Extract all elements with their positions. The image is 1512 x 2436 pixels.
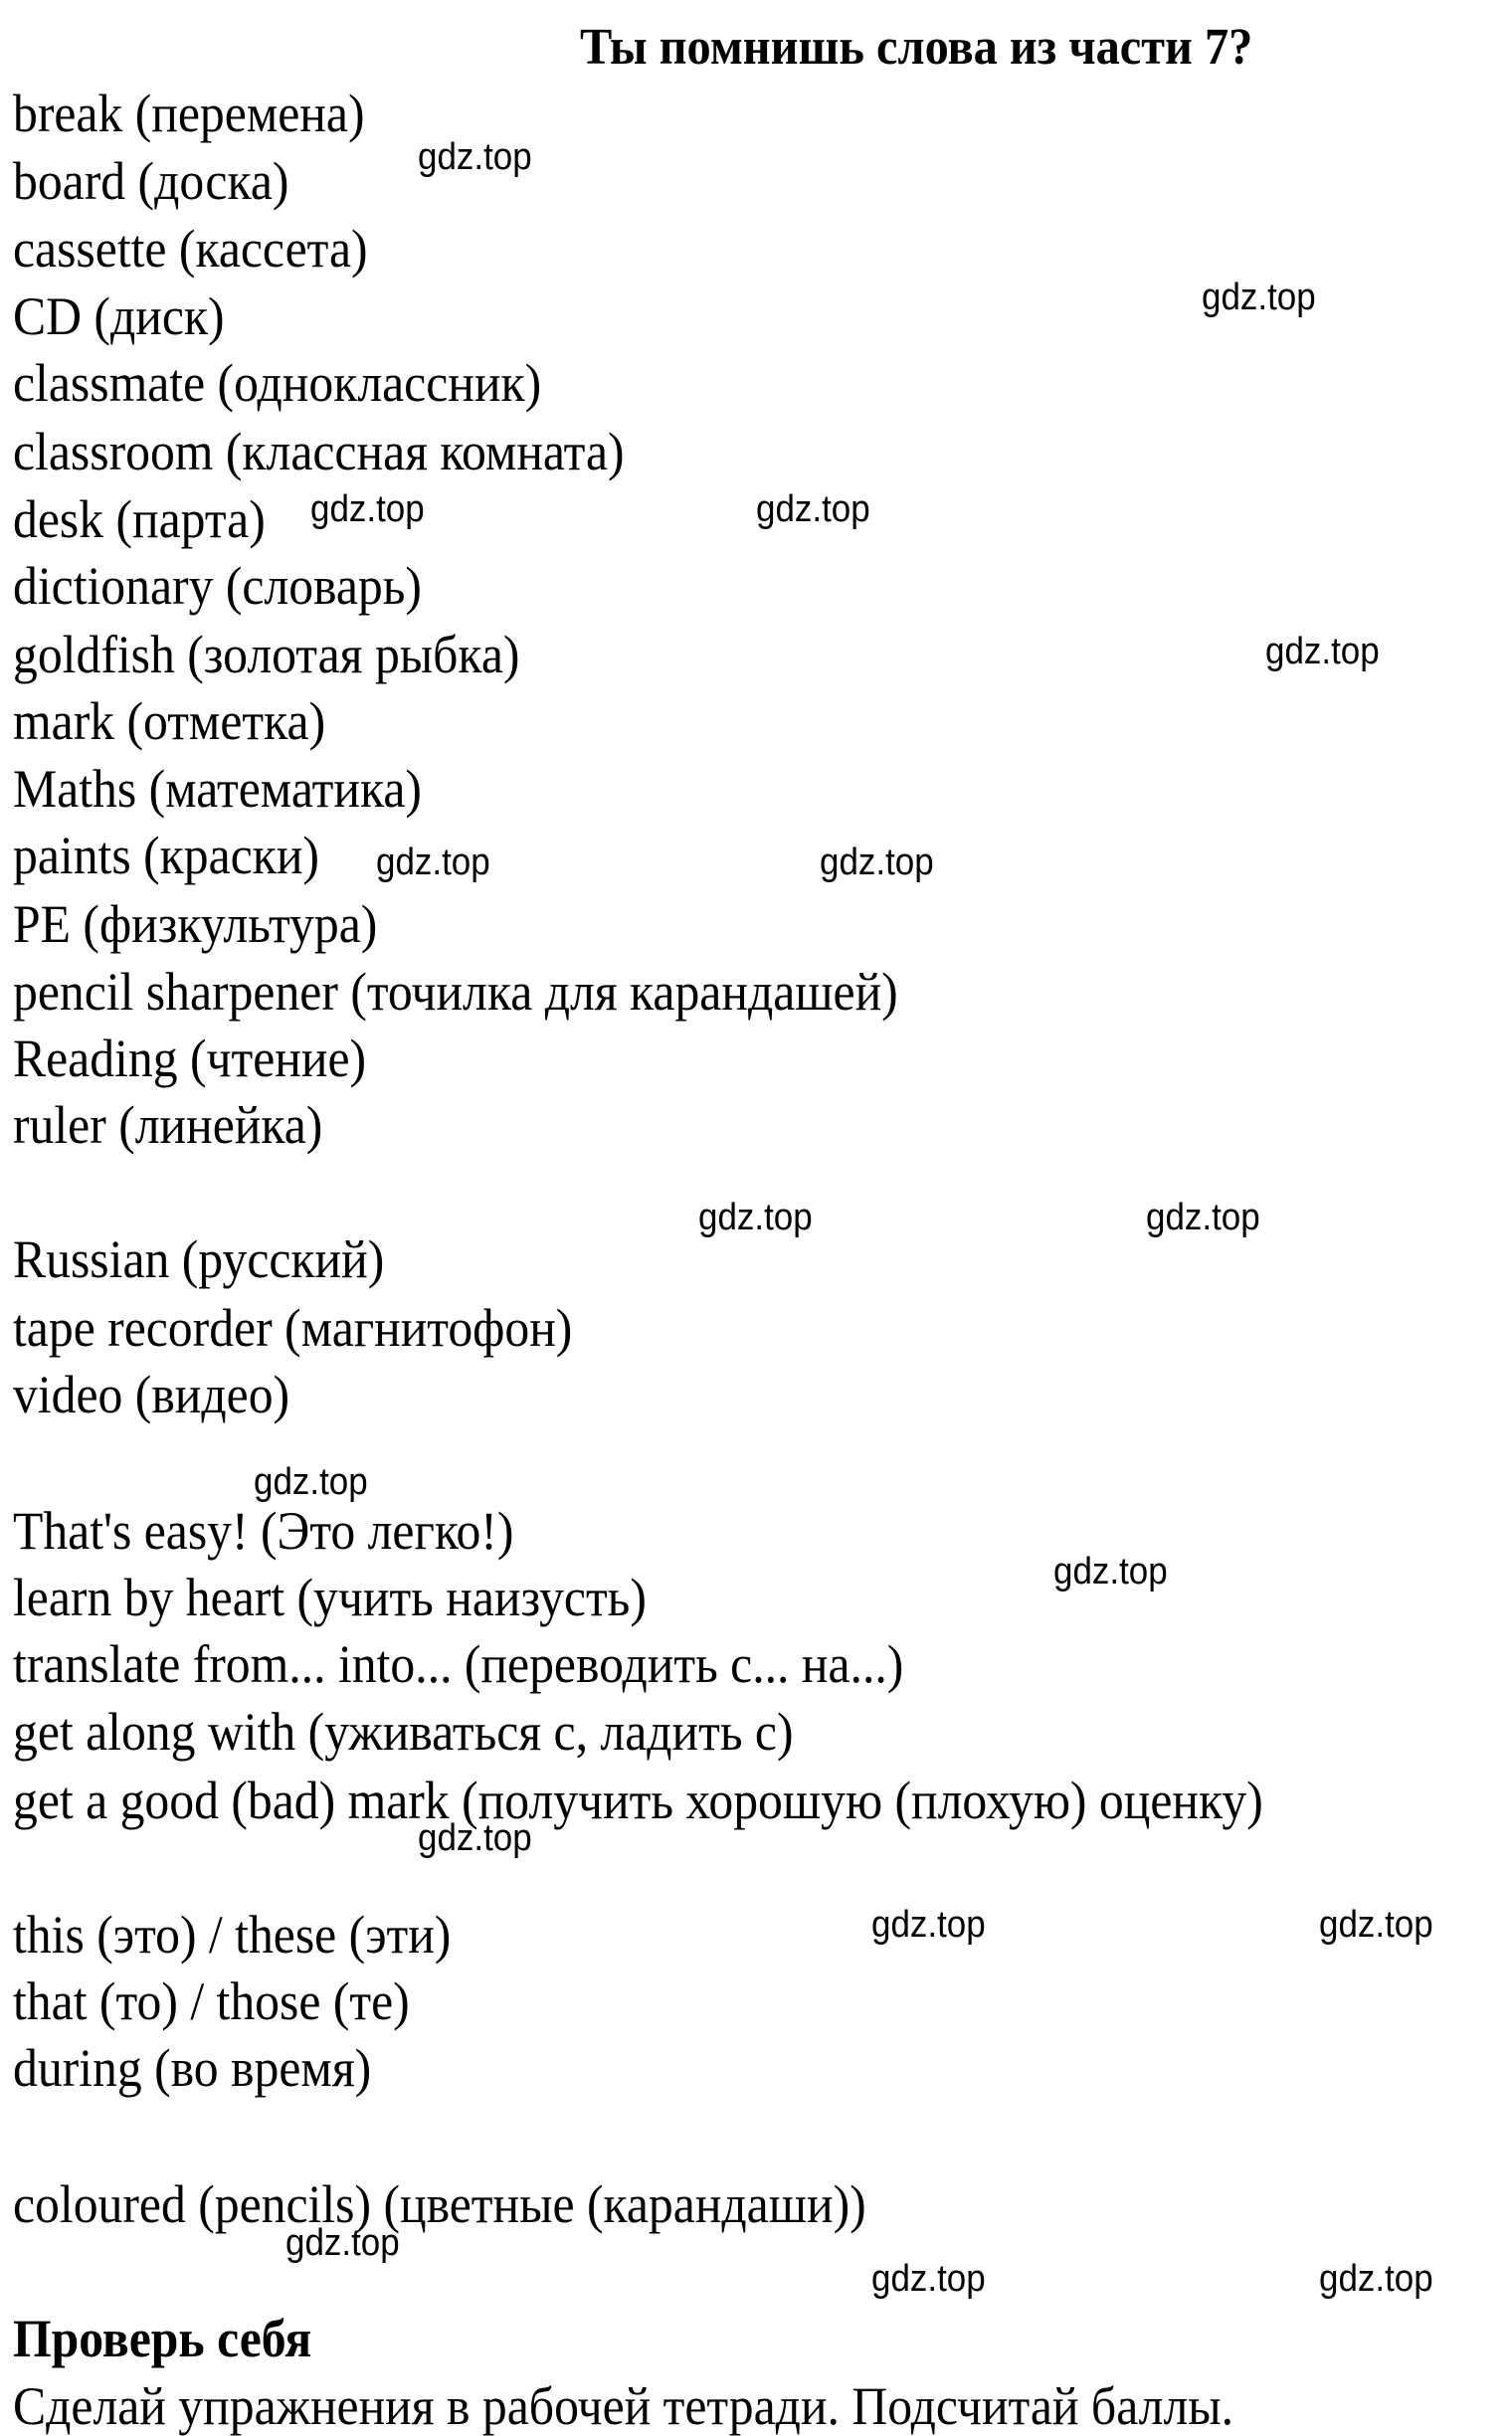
watermark: gdz.top xyxy=(418,136,532,178)
vocab-item: coloured (pencils) (цветные (карандаши)) xyxy=(13,2174,866,2234)
vocab-item: desk (парта) xyxy=(13,489,266,549)
vocab-item: PE (физкультура) xyxy=(13,894,378,954)
vocab-item: paints (краски) xyxy=(13,826,319,885)
vocab-item: cassette (кассета) xyxy=(13,219,368,279)
watermark: gdz.top xyxy=(1265,631,1380,672)
page-title: Ты помнишь слова из части 7? xyxy=(580,19,1253,76)
vocab-item: during (во время) xyxy=(13,2038,372,2098)
watermark: gdz.top xyxy=(418,1817,532,1859)
watermark: gdz.top xyxy=(376,842,490,883)
vocab-item: video (видео) xyxy=(13,1365,290,1424)
vocab-item: get a good (bad) mark (получить хорошую … xyxy=(13,1771,1263,1830)
watermark: gdz.top xyxy=(285,2222,400,2264)
vocab-item: classroom (классная комната) xyxy=(13,422,625,481)
watermark: gdz.top xyxy=(1053,1551,1168,1593)
vocab-item: Maths (математика) xyxy=(13,759,422,819)
vocab-item: Reading (чтение) xyxy=(13,1029,367,1088)
watermark: gdz.top xyxy=(871,1904,986,1946)
watermark: gdz.top xyxy=(310,488,425,530)
vocab-item: ruler (линейка) xyxy=(13,1095,323,1155)
watermark: gdz.top xyxy=(871,2258,986,2300)
watermark: gdz.top xyxy=(1319,2258,1433,2300)
vocab-item: That's easy! (Это легко!) xyxy=(13,1501,514,1561)
watermark: gdz.top xyxy=(820,842,934,883)
instruction-text: Сделай упражнения в рабочей тетради. Под… xyxy=(13,2376,1234,2436)
vocab-item: mark (отметка) xyxy=(13,691,326,751)
watermark: gdz.top xyxy=(1146,1197,1260,1238)
vocab-item: dictionary (словарь) xyxy=(13,556,422,616)
vocab-item: CD (диск) xyxy=(13,286,225,346)
vocab-item: learn by heart (учить наизусть) xyxy=(13,1568,647,1627)
vocab-item: translate from... into... (переводить с.… xyxy=(13,1634,904,1694)
vocab-item: board (доска) xyxy=(13,151,289,211)
section-heading: Проверь себя xyxy=(13,2309,312,2368)
vocab-item: that (то) / those (те) xyxy=(13,1971,410,2031)
watermark: gdz.top xyxy=(756,488,870,530)
vocab-item: break (перемена) xyxy=(13,84,365,143)
vocab-item: this (это) / these (эти) xyxy=(13,1905,452,1965)
vocab-item: classmate (одноклассник) xyxy=(13,353,542,413)
vocab-item: get along with (уживаться с, ладить с) xyxy=(13,1702,794,1762)
vocab-item: pencil sharpener (точилка для карандашей… xyxy=(13,962,898,1022)
vocab-item: tape recorder (магнитофон) xyxy=(13,1298,573,1358)
textbook-page: Ты помнишь слова из части 7? break (пере… xyxy=(0,0,1512,2436)
watermark: gdz.top xyxy=(254,1461,368,1503)
watermark: gdz.top xyxy=(1319,1904,1433,1946)
vocab-item: Russian (русский) xyxy=(13,1229,385,1289)
watermark: gdz.top xyxy=(1202,277,1316,318)
vocab-item: goldfish (золотая рыбка) xyxy=(13,625,520,684)
watermark: gdz.top xyxy=(698,1197,813,1238)
